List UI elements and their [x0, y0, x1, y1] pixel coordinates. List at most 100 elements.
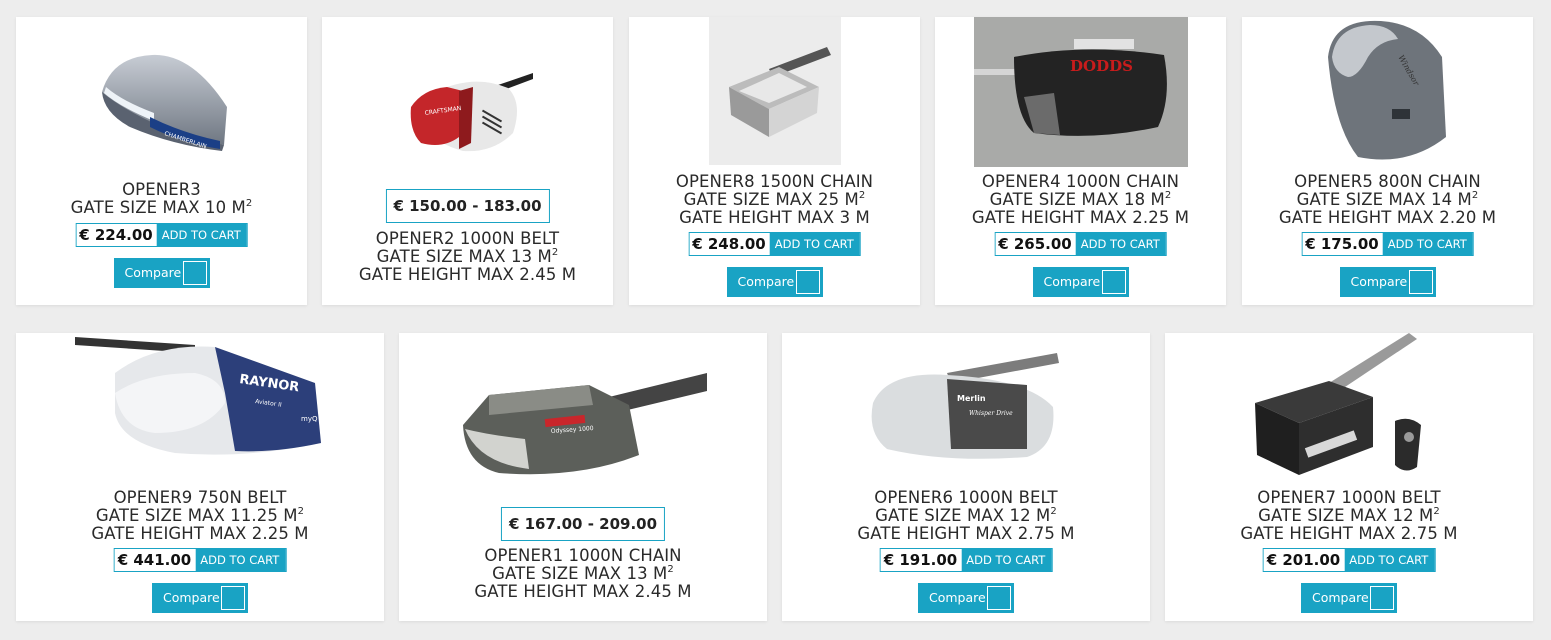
product-name: OPENER7 1000N BELT — [1257, 488, 1441, 507]
product-title[interactable]: OPENER5 800N CHAIN GATE SIZE MAX 14 M2 G… — [1242, 173, 1533, 227]
garage-opener-icon: DODDS — [973, 39, 1167, 136]
product-title[interactable]: OPENER2 1000N BELT GATE SIZE MAX 13 M2 G… — [322, 230, 613, 284]
superscript: 2 — [858, 189, 866, 201]
compare-button[interactable]: Compare — [152, 583, 248, 613]
price-row: € 175.00 ADD TO CART — [1301, 232, 1474, 256]
product-name: OPENER1 1000N CHAIN — [484, 546, 682, 565]
product-image-opener5[interactable]: Windsor — [1318, 17, 1458, 167]
product-size: GATE SIZE MAX 11.25 M — [95, 506, 298, 525]
model-label: Whisper Drive — [969, 410, 1013, 417]
superscript: 2 — [245, 197, 253, 209]
product-card-opener9: RAYNOR Aviator II myQ OPENER9 750N BELT … — [16, 333, 384, 621]
garage-opener-icon: Merlin Whisper Drive — [871, 353, 1059, 459]
compare-button[interactable]: Compare — [1301, 583, 1397, 613]
garage-opener-icon — [728, 47, 831, 137]
compare-checkbox[interactable] — [1370, 586, 1394, 610]
product-name: OPENER6 1000N BELT — [874, 488, 1058, 507]
product-image-opener2[interactable]: CRAFTSMAN — [403, 63, 533, 163]
add-to-cart-button[interactable]: ADD TO CART — [1344, 549, 1435, 571]
price-label: € 441.00 — [114, 549, 196, 571]
product-title[interactable]: OPENER3 GATE SIZE MAX 10 M2 — [16, 181, 307, 217]
add-to-cart-button[interactable]: ADD TO CART — [1075, 233, 1166, 255]
price-range: € 150.00 - 183.00 — [385, 189, 550, 223]
product-title[interactable]: OPENER1 1000N CHAIN GATE SIZE MAX 13 M2 … — [399, 547, 767, 601]
product-title[interactable]: OPENER8 1500N CHAIN GATE SIZE MAX 25 M2 … — [629, 173, 920, 227]
superscript: 2 — [1433, 505, 1440, 517]
garage-opener-icon: Windsor — [1327, 20, 1446, 160]
product-height: GATE HEIGHT MAX 2.25 M — [971, 208, 1190, 227]
compare-checkbox[interactable] — [182, 261, 207, 285]
product-image-opener1[interactable]: Odyssey 1000 — [459, 369, 707, 485]
superscript: 2 — [1050, 505, 1057, 517]
product-card-opener3: CHAMBERLAIN OPENER3 GATE SIZE MAX 10 M2 … — [16, 17, 307, 305]
product-card-opener8: OPENER8 1500N CHAIN GATE SIZE MAX 25 M2 … — [629, 17, 920, 305]
price-row: € 191.00 ADD TO CART — [879, 548, 1053, 572]
garage-opener-icon — [1255, 333, 1421, 475]
compare-label: Compare — [1312, 590, 1369, 605]
add-to-cart-button[interactable]: ADD TO CART — [769, 233, 860, 255]
garage-opener-icon: CRAFTSMAN — [410, 73, 533, 152]
add-to-cart-button[interactable]: ADD TO CART — [195, 549, 286, 571]
price-row: € 201.00 ADD TO CART — [1262, 548, 1436, 572]
compare-checkbox[interactable] — [987, 586, 1011, 610]
compare-button[interactable]: Compare — [1032, 267, 1129, 297]
product-image-opener3[interactable]: CHAMBERLAIN — [92, 47, 232, 157]
product-title[interactable]: OPENER6 1000N BELT GATE SIZE MAX 12 M2 G… — [782, 489, 1150, 543]
product-image-opener8[interactable] — [708, 17, 841, 165]
product-size: GATE SIZE MAX 14 M — [1296, 190, 1472, 209]
product-height: GATE HEIGHT MAX 2.75 M — [857, 524, 1075, 543]
compare-label: Compare — [929, 590, 986, 605]
add-to-cart-button[interactable]: ADD TO CART — [1382, 233, 1473, 255]
product-name: OPENER3 — [122, 180, 201, 199]
compare-checkbox[interactable] — [1408, 270, 1433, 294]
compare-button[interactable]: Compare — [726, 267, 823, 297]
product-image-opener4[interactable]: DODDS — [973, 17, 1188, 167]
product-name: OPENER2 1000N BELT — [375, 229, 560, 248]
product-name: OPENER8 1500N CHAIN — [675, 172, 874, 191]
superscript: 2 — [551, 246, 559, 258]
product-image-opener9[interactable]: RAYNOR Aviator II myQ — [75, 333, 325, 457]
brand-label: Merlin — [957, 394, 986, 403]
product-title[interactable]: OPENER4 1000N CHAIN GATE SIZE MAX 18 M2 … — [935, 173, 1226, 227]
garage-opener-icon: CHAMBERLAIN — [101, 54, 227, 151]
product-image-opener6[interactable]: Merlin Whisper Drive — [867, 353, 1065, 463]
product-card-opener7: OPENER7 1000N BELT GATE SIZE MAX 12 M2 G… — [1165, 333, 1533, 621]
product-image-opener7[interactable] — [1249, 333, 1449, 483]
compare-checkbox[interactable] — [795, 270, 820, 294]
add-to-cart-button[interactable]: ADD TO CART — [156, 224, 247, 246]
price-label: € 175.00 — [1302, 233, 1383, 255]
product-height: GATE HEIGHT MAX 2.45 M — [358, 265, 577, 284]
compare-checkbox[interactable] — [221, 586, 245, 610]
compare-label: Compare — [163, 590, 220, 605]
price-row: € 224.00 ADD TO CART — [75, 223, 248, 247]
price-range: € 167.00 - 209.00 — [500, 507, 666, 541]
compare-label: Compare — [124, 265, 182, 280]
product-card-opener2: CRAFTSMAN € 150.00 - 183.00 OPENER2 1000… — [322, 17, 613, 305]
product-card-opener1: Odyssey 1000 € 167.00 - 209.00 OPENER1 1… — [399, 333, 767, 621]
product-card-opener6: Merlin Whisper Drive OPENER6 1000N BELT … — [782, 333, 1150, 621]
product-size: GATE SIZE MAX 13 M — [376, 247, 552, 266]
product-height: GATE HEIGHT MAX 2.75 M — [1240, 524, 1458, 543]
product-height: GATE HEIGHT MAX 2.45 M — [474, 582, 692, 601]
myq-label: myQ — [301, 415, 318, 423]
garage-opener-icon: Odyssey 1000 — [463, 373, 707, 475]
compare-label: Compare — [1043, 274, 1101, 289]
price-row: € 265.00 ADD TO CART — [994, 232, 1167, 256]
product-height: GATE HEIGHT MAX 2.20 M — [1278, 208, 1497, 227]
product-name: OPENER9 750N BELT — [113, 488, 287, 507]
product-title[interactable]: OPENER9 750N BELT GATE SIZE MAX 11.25 M2… — [16, 489, 384, 543]
price-row: € 441.00 ADD TO CART — [113, 548, 287, 572]
superscript: 2 — [1164, 189, 1172, 201]
product-height: GATE HEIGHT MAX 2.25 M — [91, 524, 309, 543]
product-size: GATE SIZE MAX 12 M — [1258, 506, 1434, 525]
add-to-cart-button[interactable]: ADD TO CART — [961, 549, 1052, 571]
product-height: GATE HEIGHT MAX 3 M — [679, 208, 870, 227]
compare-label: Compare — [1350, 274, 1408, 289]
product-name: OPENER5 800N CHAIN — [1294, 172, 1481, 191]
product-card-opener4: DODDS OPENER4 1000N CHAIN GATE SIZE MAX … — [935, 17, 1226, 305]
compare-checkbox[interactable] — [1101, 270, 1126, 294]
compare-button[interactable]: Compare — [1339, 267, 1436, 297]
compare-button[interactable]: Compare — [113, 258, 210, 288]
compare-button[interactable]: Compare — [918, 583, 1014, 613]
product-title[interactable]: OPENER7 1000N BELT GATE SIZE MAX 12 M2 G… — [1165, 489, 1533, 543]
